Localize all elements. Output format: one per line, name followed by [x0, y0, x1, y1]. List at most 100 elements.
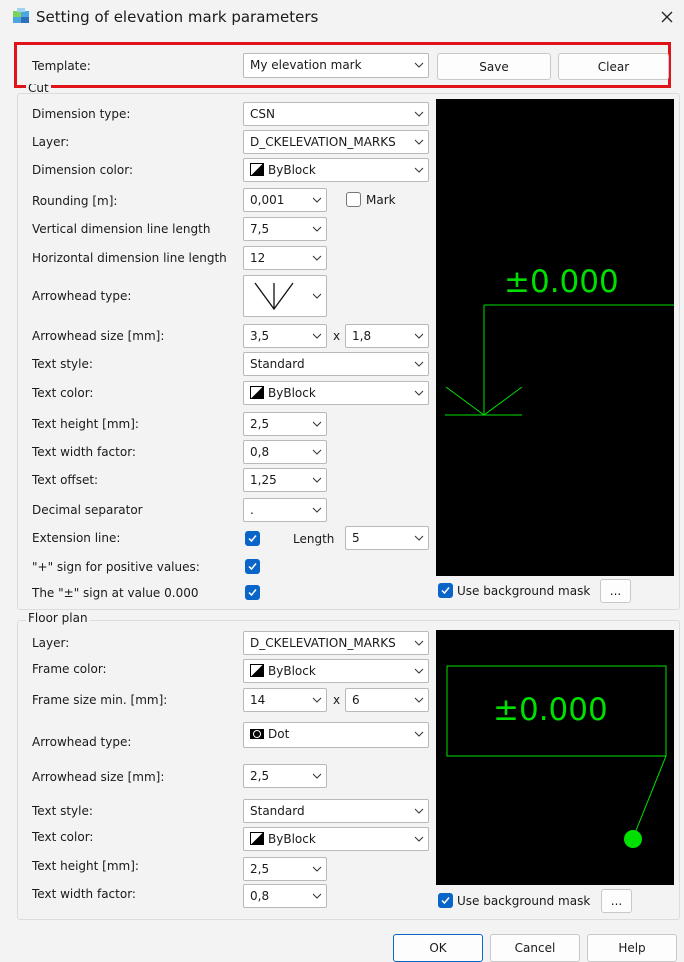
chevron-down-icon [414, 360, 424, 368]
dimension-color-value: ByBlock [268, 163, 316, 177]
frame-size-height-value: 6 [352, 693, 360, 707]
text-height-value: 2,5 [250, 417, 270, 431]
rounding-label: Rounding [m]: [32, 194, 118, 208]
pm-sign-checkbox[interactable] [245, 585, 260, 600]
template-select[interactable]: My elevation mark [243, 53, 429, 78]
text-style-label: Text style: [32, 357, 93, 371]
floor-group-label: Floor plan [26, 611, 90, 626]
text-color-value: ByBlock [268, 386, 316, 400]
cut-bg-mask-label: Use background mask [457, 584, 591, 598]
layer-label: Layer: [32, 135, 70, 149]
byblock-swatch-icon [250, 664, 264, 677]
cut-bg-mask-more-button[interactable]: ... [600, 579, 631, 603]
chevron-down-icon [312, 420, 322, 428]
length-value: 5 [352, 531, 360, 545]
chevron-down-icon [312, 772, 322, 780]
dimension-type-label: Dimension type: [32, 107, 131, 121]
chevron-down-icon [414, 639, 424, 647]
arrowhead-size-label: Arrowhead size [mm]: [32, 329, 165, 343]
horizontal-length-label: Horizontal dimension line length [32, 251, 227, 265]
dimension-color-label: Dimension color: [32, 163, 133, 177]
horizontal-length-select[interactable]: 12 [243, 246, 327, 270]
text-width-select[interactable]: 0,8 [243, 440, 327, 464]
layer-select[interactable]: D_CKELEVATION_MARKS [243, 130, 429, 154]
frame-size-height-select[interactable]: 6 [345, 688, 429, 712]
vertical-length-select[interactable]: 7,5 [243, 217, 327, 241]
horizontal-length-value: 12 [250, 251, 266, 265]
frame-color-value: ByBlock [268, 664, 316, 678]
decimal-separator-label: Decimal separator [32, 503, 143, 517]
chevron-down-icon [414, 166, 424, 174]
floor-text-width-select[interactable]: 0,8 [243, 884, 327, 908]
plus-sign-checkbox[interactable] [245, 559, 260, 574]
plus-sign-label: "+" sign for positive values: [32, 560, 200, 574]
length-select[interactable]: 5 [345, 526, 429, 550]
checkmark-icon [248, 563, 257, 571]
frame-color-select[interactable]: ByBlock [243, 659, 429, 683]
dot-arrowhead-icon [250, 725, 264, 739]
template-value: My elevation mark [250, 58, 362, 72]
chevron-down-icon [414, 110, 424, 118]
text-height-label: Text height [mm]: [32, 417, 139, 431]
chevron-down-icon [312, 225, 322, 233]
app-icon [12, 7, 30, 25]
extension-line-label: Extension line: [32, 531, 121, 545]
chevron-down-icon [414, 696, 424, 704]
arrowhead-type-label: Arrowhead type: [32, 289, 132, 303]
cut-bg-mask-checkbox[interactable] [438, 583, 453, 598]
vertical-length-value: 7,5 [250, 222, 270, 236]
chevron-down-icon [414, 667, 424, 675]
chevron-down-icon [414, 61, 424, 69]
floor-bg-mask-more-button[interactable]: ... [601, 889, 632, 913]
dimension-type-select[interactable]: CSN [243, 102, 429, 126]
extension-line-checkbox[interactable] [245, 531, 260, 546]
text-color-select[interactable]: ByBlock [243, 381, 429, 405]
length-label: Length [293, 532, 335, 546]
mark-checkbox[interactable] [346, 192, 361, 207]
save-button[interactable]: Save [437, 53, 551, 80]
arrowhead-size-height-select[interactable]: 1,8 [345, 324, 429, 348]
chevron-down-icon [414, 389, 424, 397]
frame-size-width-select[interactable]: 14 [243, 688, 327, 712]
clear-button[interactable]: Clear [558, 53, 669, 80]
text-offset-select[interactable]: 1,25 [243, 468, 327, 492]
chevron-down-icon [312, 476, 322, 484]
dimension-color-select[interactable]: ByBlock [243, 158, 429, 182]
cut-preview-text: ±0.000 [504, 264, 619, 300]
chevron-down-icon [312, 506, 322, 514]
checkmark-icon [248, 535, 257, 543]
chevron-down-icon [312, 448, 322, 456]
layer-value: D_CKELEVATION_MARKS [250, 135, 396, 149]
open-arrowhead-icon [252, 280, 296, 316]
chevron-down-icon [414, 807, 424, 815]
decimal-separator-select[interactable]: . [243, 498, 327, 522]
floor-bg-mask-checkbox[interactable] [438, 893, 453, 908]
cut-preview: ±0.000 [436, 99, 674, 576]
text-offset-value: 1,25 [250, 473, 277, 487]
arrowhead-type-select[interactable] [243, 275, 327, 317]
floor-arrowhead-size-select[interactable]: 2,5 [243, 764, 327, 788]
checkmark-icon [248, 589, 257, 597]
byblock-swatch-icon [250, 163, 264, 176]
arrowhead-size-width-select[interactable]: 3,5 [243, 324, 327, 348]
floor-arrowhead-type-select[interactable]: Dot [243, 722, 429, 748]
floor-arrowhead-type-label: Arrowhead type: [32, 735, 132, 749]
floor-text-style-select[interactable]: Standard [243, 799, 429, 823]
floor-text-height-value: 2,5 [250, 862, 270, 876]
text-height-select[interactable]: 2,5 [243, 412, 327, 436]
byblock-swatch-icon [250, 386, 264, 399]
text-width-label: Text width factor: [32, 445, 136, 459]
chevron-down-icon [312, 696, 322, 704]
text-style-select[interactable]: Standard [243, 352, 429, 376]
floor-arrowhead-size-value: 2,5 [250, 769, 270, 783]
rounding-select[interactable]: 0,001 [243, 188, 327, 212]
chevron-down-icon [312, 865, 322, 873]
mark-label: Mark [366, 193, 396, 207]
floor-bg-mask-label: Use background mask [457, 894, 591, 908]
frame-size-width-value: 14 [250, 693, 266, 707]
close-icon[interactable] [656, 6, 678, 28]
floor-layer-select[interactable]: D_CKELEVATION_MARKS [243, 631, 429, 655]
chevron-down-icon [414, 730, 424, 738]
floor-text-height-select[interactable]: 2,5 [243, 857, 327, 881]
floor-text-color-select[interactable]: ByBlock [243, 827, 429, 851]
